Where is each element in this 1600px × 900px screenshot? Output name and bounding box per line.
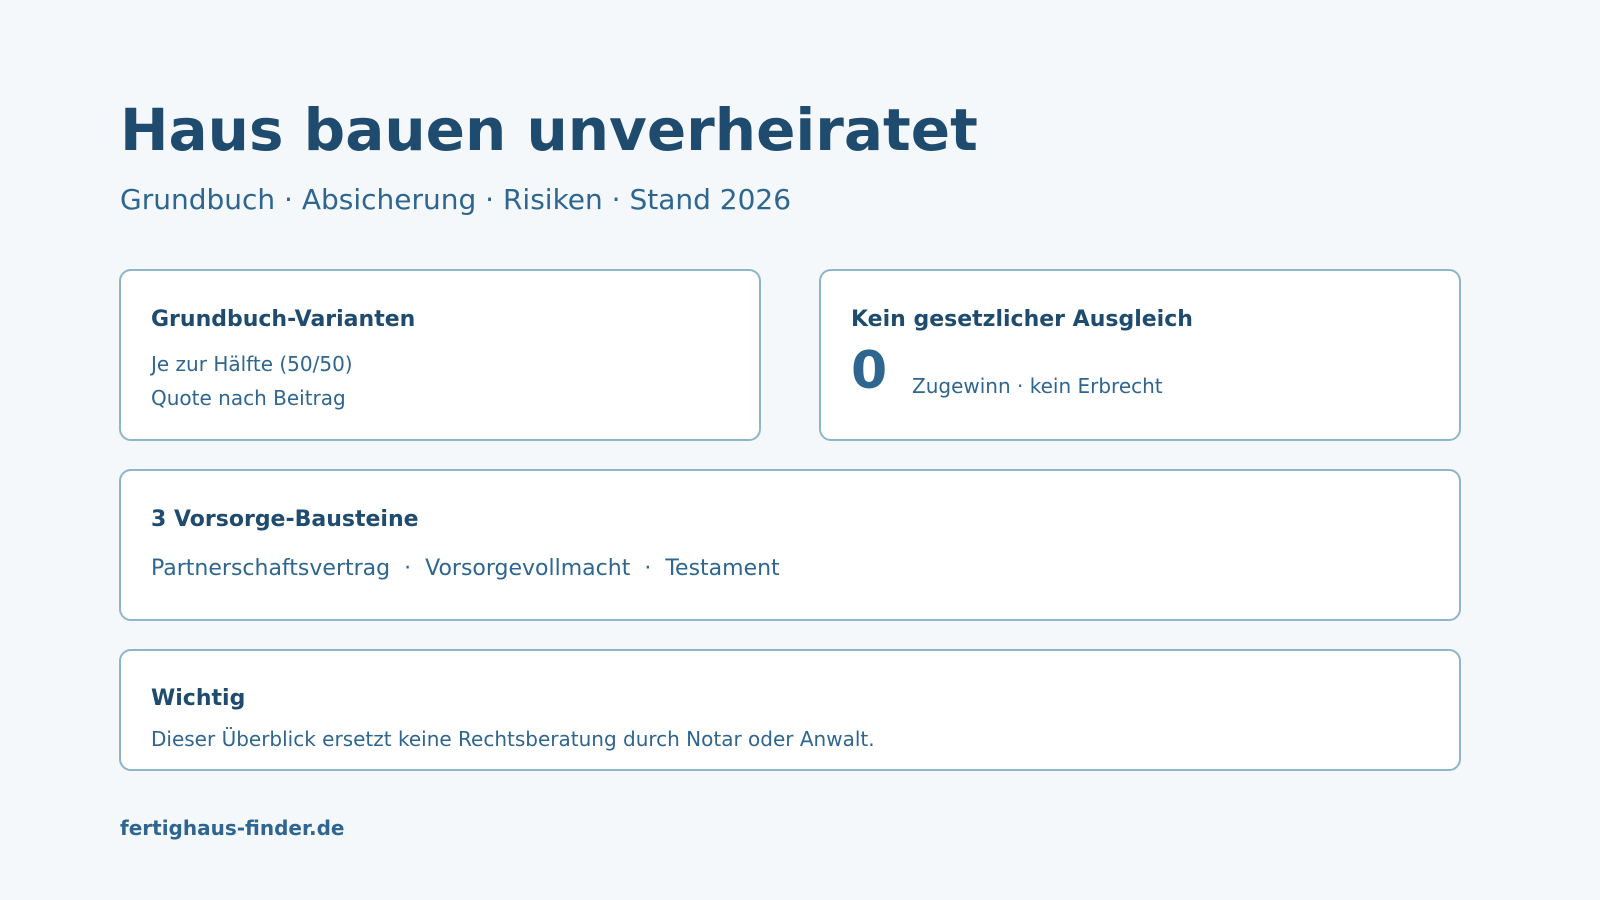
disclaimer-text: Dieser Überblick ersetzt keine Rechtsber…	[151, 727, 875, 751]
key-figure-caption: Zugewinn · kein Erbrecht	[912, 374, 1163, 398]
grundbuch-variant-item: Quote nach Beitrag	[151, 386, 346, 410]
card-title: Kein gesetzlicher Ausgleich	[851, 307, 1193, 332]
card-vorsorge-bausteine: 3 Vorsorge-Bausteine Partnerschaftsvertr…	[119, 469, 1461, 621]
separator: ·	[644, 556, 652, 581]
separator: ·	[404, 556, 412, 581]
card-grundbuch-varianten: Grundbuch-Varianten Je zur Hälfte (50/50…	[119, 269, 761, 441]
page-subtitle: Grundbuch · Absicherung · Risiken · Stan…	[120, 183, 792, 216]
footer-brand: fertighaus-finder.de	[120, 816, 345, 840]
baustein-item: Vorsorgevollmacht	[425, 556, 631, 581]
grundbuch-variant-item: Je zur Hälfte (50/50)	[151, 352, 353, 376]
card-title: Grundbuch-Varianten	[151, 307, 416, 332]
card-wichtig-notice: Wichtig Dieser Überblick ersetzt keine R…	[119, 649, 1461, 771]
card-title: 3 Vorsorge-Bausteine	[151, 507, 419, 532]
baustein-item: Partnerschaftsvertrag	[151, 556, 391, 581]
baustein-item: Testament	[665, 556, 780, 581]
page-title: Haus bauen unverheiratet	[120, 96, 978, 164]
bausteine-list: Partnerschaftsvertrag · Vorsorgevollmacht ·…	[151, 555, 780, 583]
card-kein-ausgleich: Kein gesetzlicher Ausgleich 0 Zugewinn ·…	[819, 269, 1461, 441]
key-figure: 0	[851, 341, 888, 401]
card-title: Wichtig	[151, 686, 246, 711]
